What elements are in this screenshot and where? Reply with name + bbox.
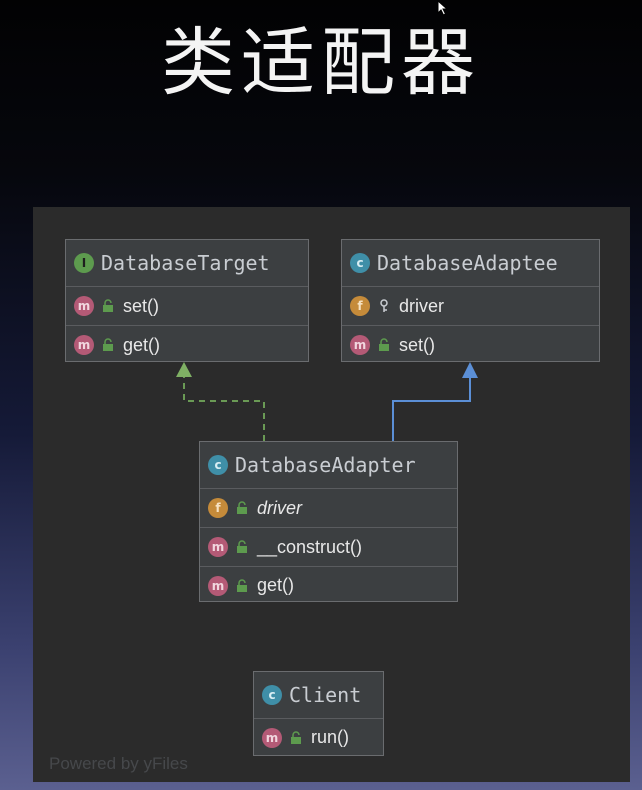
slide-title: 类适配器 <box>161 20 481 106</box>
public-lock-icon <box>237 540 247 553</box>
implements-line <box>183 375 265 441</box>
interface-icon: I <box>74 253 94 273</box>
class-name: DatabaseAdapter <box>235 453 416 477</box>
class-client[interactable]: c Client m run() <box>253 671 384 756</box>
class-database-adaptee[interactable]: c DatabaseAdaptee f driver m set() <box>341 239 600 362</box>
public-lock-icon <box>103 299 113 312</box>
member-label: driver <box>257 497 303 518</box>
member-label: set() <box>399 334 435 355</box>
class-name: DatabaseAdaptee <box>377 251 558 275</box>
field-row[interactable]: f driver <box>342 286 599 325</box>
member-label: get() <box>257 575 295 595</box>
method-row[interactable]: m get() <box>200 566 457 604</box>
watermark: Powered by yFiles <box>49 754 188 773</box>
method-icon: m <box>350 335 370 355</box>
method-icon: m <box>74 335 94 355</box>
private-key-icon <box>380 299 388 312</box>
public-lock-icon <box>103 338 113 351</box>
class-name: DatabaseTarget <box>101 251 270 275</box>
field-icon: f <box>208 498 228 518</box>
method-row[interactable]: m get() <box>66 325 308 364</box>
class-icon: c <box>350 253 370 273</box>
public-lock-icon <box>379 338 389 351</box>
method-row[interactable]: m run() <box>254 718 383 756</box>
method-icon: m <box>208 537 228 557</box>
extends-arrowhead <box>462 362 478 378</box>
implements-arrowhead <box>176 362 192 377</box>
class-database-target[interactable]: I DatabaseTarget m set() m get() <box>65 239 309 362</box>
member-label: get() <box>123 334 161 355</box>
method-icon: m <box>262 727 282 748</box>
method-icon: m <box>74 296 94 316</box>
public-lock-icon <box>237 578 247 592</box>
uml-diagram-canvas: I DatabaseTarget m set() m get() c Datab… <box>33 207 630 782</box>
class-database-adapter[interactable]: c DatabaseAdapter f driver m __construct… <box>199 441 458 602</box>
method-row[interactable]: m set() <box>342 325 599 364</box>
class-icon: c <box>208 455 228 475</box>
class-name: Client <box>289 683 362 707</box>
field-row[interactable]: f driver <box>200 488 457 527</box>
public-lock-icon <box>237 501 247 514</box>
method-row[interactable]: m set() <box>66 286 308 325</box>
field-icon: f <box>350 296 370 316</box>
public-lock-icon <box>291 730 301 744</box>
method-icon: m <box>208 575 228 596</box>
member-label: set() <box>123 295 159 316</box>
member-label: driver <box>399 295 445 316</box>
class-icon: c <box>262 685 282 705</box>
member-label: run() <box>311 727 350 747</box>
mouse-cursor-icon <box>437 0 449 16</box>
method-row[interactable]: m __construct() <box>200 527 457 566</box>
member-label: __construct() <box>257 536 363 557</box>
extends-line <box>392 377 471 441</box>
